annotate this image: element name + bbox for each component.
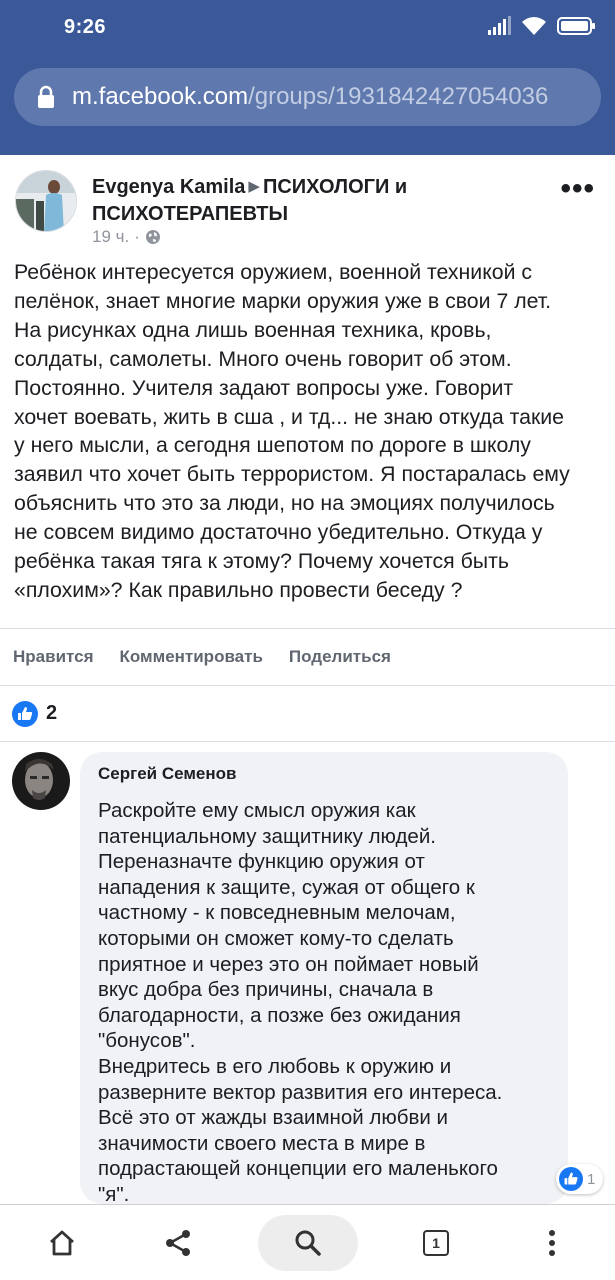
search-icon bbox=[295, 1230, 321, 1256]
comment-reaction-badge[interactable]: 1 bbox=[556, 1164, 604, 1194]
share-icon bbox=[166, 1230, 190, 1256]
browser-chrome: 9:26 m.facebook.com/groups/1931842427054… bbox=[0, 0, 615, 155]
like-button[interactable]: Нравится bbox=[13, 647, 94, 667]
comment-bubble: Сергей Семенов Раскройте ему смысл оружи… bbox=[80, 752, 568, 1206]
commenter-avatar[interactable] bbox=[12, 752, 70, 810]
post-time[interactable]: 19 ч. bbox=[92, 227, 129, 247]
post-header: Evgenya Kamila ▶ ПСИХОЛОГИ и ПСИХОТЕРАПЕВТ… bbox=[0, 155, 615, 250]
lock-icon bbox=[38, 85, 54, 108]
tabs-button[interactable]: 1 bbox=[410, 1215, 462, 1271]
caret-right-icon: ▶ bbox=[248, 178, 260, 195]
comment-text: Раскройте ему смысл оружия как патенциал… bbox=[98, 799, 503, 1206]
author-avatar[interactable] bbox=[15, 170, 77, 232]
status-bar: 9:26 bbox=[0, 0, 615, 56]
home-button[interactable] bbox=[36, 1215, 88, 1271]
reactions-bar[interactable]: 2 bbox=[0, 686, 615, 742]
reaction-count: 2 bbox=[46, 702, 58, 724]
more-dots-icon: ••• bbox=[560, 172, 595, 205]
share-page-button[interactable] bbox=[152, 1215, 204, 1271]
url-domain: m.facebook.com bbox=[72, 83, 249, 110]
post-meta: 19 ч. · bbox=[92, 227, 161, 247]
share-button[interactable]: Поделиться bbox=[289, 647, 391, 667]
post-author[interactable]: Evgenya Kamila bbox=[92, 176, 245, 198]
more-options-button[interactable]: ••• bbox=[560, 174, 595, 204]
comment-like-count: 1 bbox=[587, 1170, 596, 1188]
like-reaction-icon bbox=[559, 1167, 583, 1191]
globe-icon bbox=[145, 230, 160, 244]
battery-icon bbox=[557, 17, 595, 35]
menu-button[interactable] bbox=[526, 1215, 578, 1271]
home-icon bbox=[50, 1230, 74, 1256]
like-reaction-icon bbox=[12, 700, 38, 727]
comment-button[interactable]: Комментировать bbox=[120, 647, 263, 667]
post-text: Ребёнок интересуется оружием, военной те… bbox=[14, 260, 570, 602]
status-icons bbox=[487, 16, 597, 36]
post-author-line: Evgenya Kamila ▶ ПСИХОЛОГИ и ПСИХОТЕРАПЕВТ… bbox=[92, 173, 532, 228]
status-time: 9:26 bbox=[64, 16, 107, 38]
url-path: /groups/1931842427054036 bbox=[248, 83, 549, 110]
search-button[interactable] bbox=[258, 1215, 358, 1271]
meta-separator: · bbox=[134, 227, 140, 246]
url-bar[interactable]: m.facebook.com/groups/1931842427054036 bbox=[14, 68, 601, 126]
post: Evgenya Kamila ▶ ПСИХОЛОГИ и ПСИХОТЕРАПЕВТ… bbox=[0, 155, 615, 742]
more-vertical-icon bbox=[549, 1230, 555, 1256]
signal-icon bbox=[488, 16, 511, 35]
tab-count: 1 bbox=[423, 1230, 449, 1256]
comment-author[interactable]: Сергей Семенов bbox=[98, 764, 550, 784]
post-actions: Нравится Комментировать Поделиться bbox=[0, 628, 615, 686]
browser-bottom-nav: 1 bbox=[0, 1204, 615, 1280]
wifi-icon bbox=[522, 17, 546, 35]
